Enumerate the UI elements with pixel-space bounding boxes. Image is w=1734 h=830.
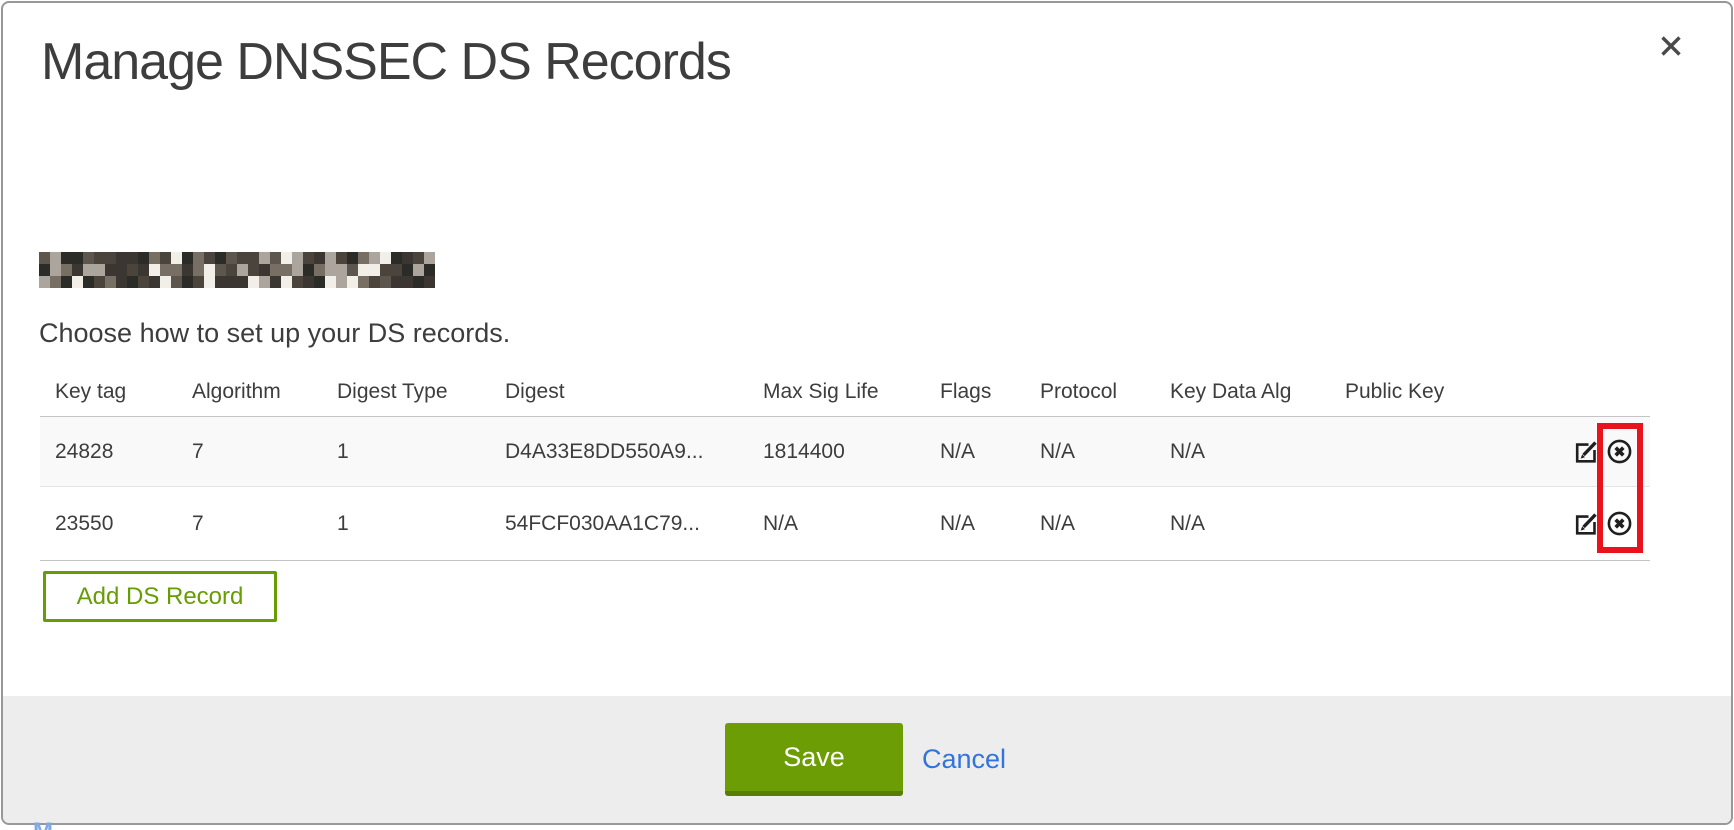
cell-digest-type: 1 bbox=[322, 417, 490, 487]
background-artifact: M bbox=[33, 820, 67, 830]
cell-key-tag: 23550 bbox=[40, 487, 177, 561]
column-header-flags: Flags bbox=[925, 368, 1025, 417]
delete-circle-x-icon bbox=[1607, 439, 1632, 464]
cell-max-sig-life: N/A bbox=[748, 487, 925, 561]
column-header-digest-type: Digest Type bbox=[322, 368, 490, 417]
delete-circle-x-icon bbox=[1607, 511, 1632, 536]
column-header-algorithm: Algorithm bbox=[177, 368, 322, 417]
delete-record-button[interactable] bbox=[1607, 439, 1632, 464]
cell-key-data-alg: N/A bbox=[1155, 487, 1330, 561]
cell-key-data-alg: N/A bbox=[1155, 417, 1330, 487]
cell-protocol: N/A bbox=[1025, 417, 1155, 487]
dnssec-ds-records-dialog: Manage DNSSEC DS Records Choose how to s… bbox=[1, 1, 1733, 825]
column-header-max-sig-life: Max Sig Life bbox=[748, 368, 925, 417]
cell-flags: N/A bbox=[925, 417, 1025, 487]
column-header-public-key: Public Key bbox=[1330, 368, 1530, 417]
cell-digest: 54FCF030AA1C79... bbox=[490, 487, 748, 561]
table-row: 23550 7 1 54FCF030AA1C79... N/A N/A N/A … bbox=[40, 487, 1650, 561]
cancel-link[interactable]: Cancel bbox=[922, 744, 1006, 775]
dialog-title: Manage DNSSEC DS Records bbox=[41, 33, 731, 93]
redacted-domain-name bbox=[39, 252, 435, 288]
table-header-row: Key tag Algorithm Digest Type Digest Max… bbox=[40, 368, 1650, 417]
edit-pencil-square-icon bbox=[1574, 512, 1598, 536]
cell-digest-type: 1 bbox=[322, 487, 490, 561]
cell-algorithm: 7 bbox=[177, 487, 322, 561]
close-icon bbox=[1658, 33, 1684, 59]
ds-records-table: Key tag Algorithm Digest Type Digest Max… bbox=[40, 368, 1650, 561]
column-header-actions bbox=[1530, 368, 1650, 417]
cell-algorithm: 7 bbox=[177, 417, 322, 487]
add-ds-record-button[interactable]: Add DS Record bbox=[43, 571, 277, 622]
edit-pencil-square-icon bbox=[1574, 440, 1598, 464]
cell-protocol: N/A bbox=[1025, 487, 1155, 561]
cell-public-key bbox=[1330, 487, 1530, 561]
close-button[interactable] bbox=[1654, 29, 1688, 63]
page-background: M Manage DNSSEC DS Records Choose how to… bbox=[0, 0, 1734, 830]
column-header-key-data-alg: Key Data Alg bbox=[1155, 368, 1330, 417]
cell-digest: D4A33E8DD550A9... bbox=[490, 417, 748, 487]
column-header-protocol: Protocol bbox=[1025, 368, 1155, 417]
cell-public-key bbox=[1330, 417, 1530, 487]
edit-record-button[interactable] bbox=[1574, 512, 1598, 536]
column-header-digest: Digest bbox=[490, 368, 748, 417]
dialog-footer: Save Cancel bbox=[3, 696, 1731, 823]
cell-flags: N/A bbox=[925, 487, 1025, 561]
delete-record-button[interactable] bbox=[1607, 511, 1632, 536]
cell-key-tag: 24828 bbox=[40, 417, 177, 487]
table-row: 24828 7 1 D4A33E8DD550A9... 1814400 N/A … bbox=[40, 417, 1650, 487]
instruction-text: Choose how to set up your DS records. bbox=[39, 318, 510, 349]
cell-max-sig-life: 1814400 bbox=[748, 417, 925, 487]
edit-record-button[interactable] bbox=[1574, 440, 1598, 464]
save-button[interactable]: Save bbox=[725, 723, 903, 796]
column-header-key-tag: Key tag bbox=[40, 368, 177, 417]
